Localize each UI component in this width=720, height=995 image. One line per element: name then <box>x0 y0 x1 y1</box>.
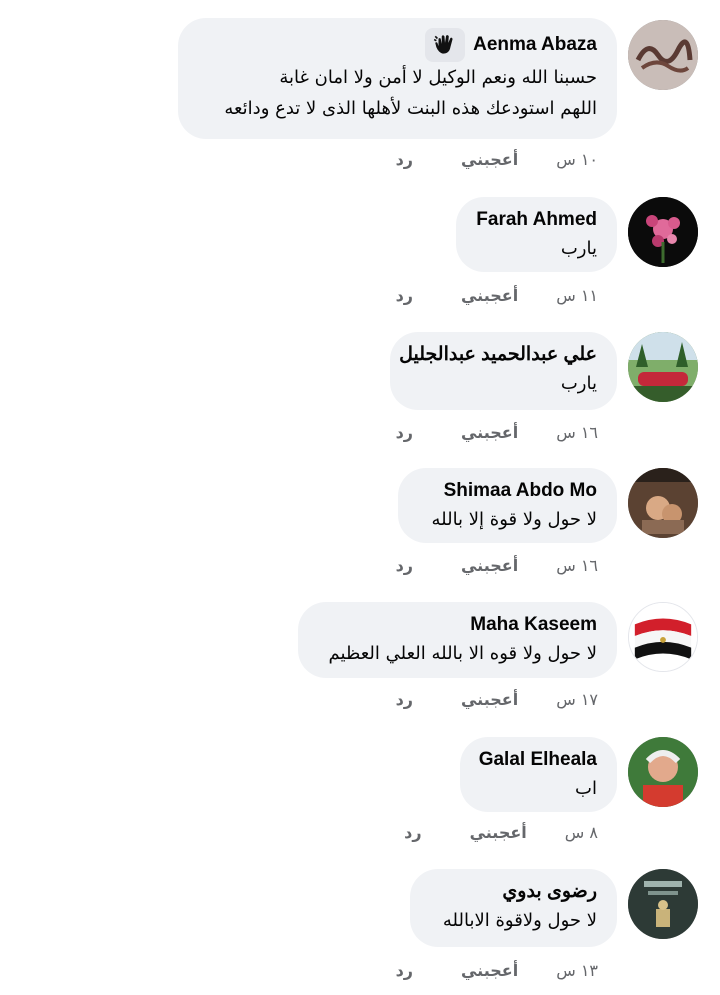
avatar[interactable] <box>628 20 698 90</box>
comment-text: اب <box>575 778 597 799</box>
comment-actions: ١١ س أعجبني رد <box>396 286 598 305</box>
reply-button[interactable]: رد <box>396 423 413 442</box>
comment-bubble: Maha Kaseem لا حول ولا قوه الا بالله الع… <box>298 602 617 678</box>
avatar[interactable] <box>628 332 698 402</box>
comment-bubble: Farah Ahmed يارب <box>456 197 617 272</box>
comment-bubble: رضوى بدوي لا حول ولاقوة الابالله <box>410 869 617 947</box>
reply-button[interactable]: رد <box>396 556 413 575</box>
comment-text: لا حول ولاقوة الابالله <box>442 910 597 931</box>
comment-author[interactable]: Aenma Abaza <box>473 32 597 58</box>
like-button[interactable]: أعجبني <box>461 423 518 442</box>
comment-author[interactable]: Maha Kaseem <box>318 612 597 638</box>
reply-button[interactable]: رد <box>396 150 413 169</box>
comment-bubble: Shimaa Abdo Mo لا حول ولا قوة إلا بالله <box>398 468 617 543</box>
like-button[interactable]: أعجبني <box>461 556 518 575</box>
avatar[interactable] <box>628 737 698 807</box>
comment-text: يارب <box>560 238 597 259</box>
comment-author[interactable]: Shimaa Abdo Mo <box>418 478 597 504</box>
comment-bubble: Galal Elheala اب <box>460 737 617 812</box>
comment-time[interactable]: ٨ س <box>565 823 598 842</box>
comment-actions: ١٦ س أعجبني رد <box>396 423 598 442</box>
comment-text: يارب <box>560 373 597 394</box>
comment-author[interactable]: Galal Elheala <box>479 747 597 773</box>
avatar[interactable] <box>628 869 698 939</box>
comment-author[interactable]: علي عبدالحميد عبدالجليل <box>399 342 597 368</box>
like-button[interactable]: أعجبني <box>461 690 518 709</box>
comment-actions: ١٧ س أعجبني رد <box>396 690 598 709</box>
comment-time[interactable]: ١٧ س <box>556 690 598 709</box>
reply-button[interactable]: رد <box>396 286 413 305</box>
comment-author[interactable]: Farah Ahmed <box>476 207 597 233</box>
comment-bubble: علي عبدالحميد عبدالجليل يارب <box>390 332 617 410</box>
comment-time[interactable]: ١٠ س <box>556 150 598 169</box>
comment-actions: ١٦ س أعجبني رد <box>396 556 598 575</box>
like-button[interactable]: أعجبني <box>470 823 527 842</box>
like-button[interactable]: أعجبني <box>461 150 518 169</box>
avatar[interactable] <box>628 197 698 267</box>
comment-time[interactable]: ١١ س <box>556 286 598 305</box>
like-button[interactable]: أعجبني <box>461 961 518 980</box>
comment-author[interactable]: رضوى بدوي <box>430 879 597 905</box>
avatar[interactable] <box>628 602 698 672</box>
comment-text: لا حول ولا قوه الا بالله العلي العظيم <box>328 643 597 664</box>
reply-button[interactable]: رد <box>396 690 413 709</box>
comment-actions: ١٠ س أعجبني رد <box>396 150 598 169</box>
top-fan-badge-icon <box>425 28 466 62</box>
like-button[interactable]: أعجبني <box>461 286 518 305</box>
comment-actions: ٨ س أعجبني رد <box>404 823 598 842</box>
comment-time[interactable]: ١٦ س <box>556 423 598 442</box>
comment-actions: ١٣ س أعجبني رد <box>396 961 598 980</box>
comment-text: حسبنا الله ونعم الوكيل لا أمن ولا امان غ… <box>279 67 597 88</box>
comment-time[interactable]: ١٣ س <box>556 961 598 980</box>
avatar[interactable] <box>628 468 698 538</box>
comment-text: لا حول ولا قوة إلا بالله <box>431 509 597 530</box>
reply-button[interactable]: رد <box>396 961 413 980</box>
reply-button[interactable]: رد <box>404 823 421 842</box>
comment-time[interactable]: ١٦ س <box>556 556 598 575</box>
comment-bubble: Aenma Abaza حسبنا الله ونعم الوكيل لا أم… <box>178 18 617 139</box>
comment-text: اللهم استودعك هذه البنت لأهلها الذى لا ت… <box>224 98 597 119</box>
